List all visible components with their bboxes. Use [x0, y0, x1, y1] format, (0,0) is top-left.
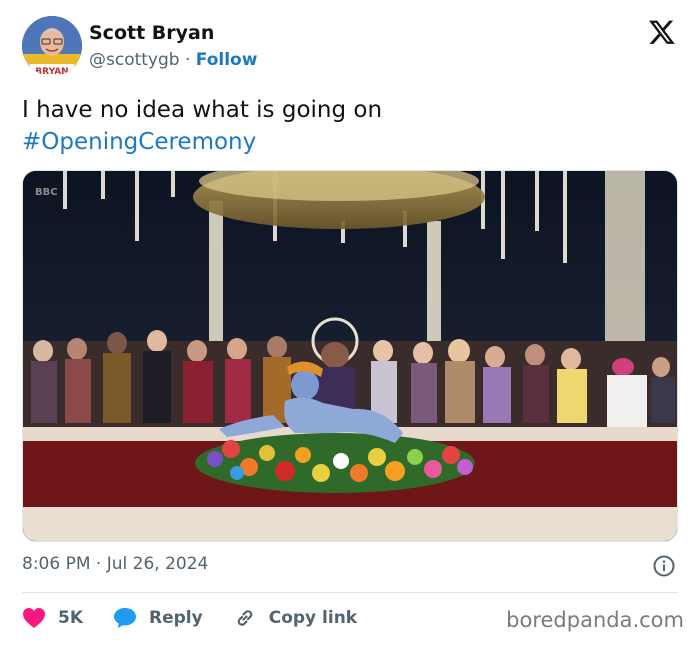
reply-label: Reply	[149, 608, 203, 628]
watermark: boredpanda.com	[506, 608, 684, 632]
info-icon[interactable]	[653, 555, 675, 577]
separator: ·	[184, 50, 191, 70]
author-name[interactable]: Scott Bryan	[89, 22, 214, 44]
handle-row: @scottygb · Follow	[89, 50, 257, 70]
speech-bubble-icon	[114, 608, 137, 628]
action-bar: 5K Reply Copy link	[22, 604, 387, 632]
x-logo-icon[interactable]	[648, 18, 676, 46]
reply-button[interactable]: Reply	[113, 607, 203, 629]
copy-link-button[interactable]: Copy link	[233, 606, 357, 630]
broadcaster-tag: BBC	[35, 187, 58, 198]
tweet-header: BRYAN Scott Bryan @scottygb · Follow	[22, 16, 678, 80]
tweet-image[interactable]: BBC	[22, 170, 678, 542]
tweet-text: I have no idea what is going on #Opening…	[22, 94, 662, 158]
divider	[22, 592, 678, 593]
follow-button[interactable]: Follow	[196, 50, 258, 70]
avatar[interactable]: BRYAN	[22, 16, 82, 76]
link-icon	[237, 610, 252, 626]
like-button[interactable]: 5K	[22, 607, 83, 629]
avatar-caption: BRYAN	[35, 67, 68, 76]
heart-icon	[23, 608, 45, 628]
like-count: 5K	[58, 608, 84, 628]
tweet-timestamp[interactable]: 8:06 PM · Jul 26, 2024	[22, 554, 208, 574]
author-handle[interactable]: @scottygb	[89, 50, 180, 70]
tweet-card: BRYAN Scott Bryan @scottygb · Follow I h…	[0, 0, 700, 645]
tweet-body: I have no idea what is going on	[22, 97, 383, 123]
copy-link-label: Copy link	[268, 608, 358, 628]
hashtag-link[interactable]: #OpeningCeremony	[22, 126, 662, 158]
